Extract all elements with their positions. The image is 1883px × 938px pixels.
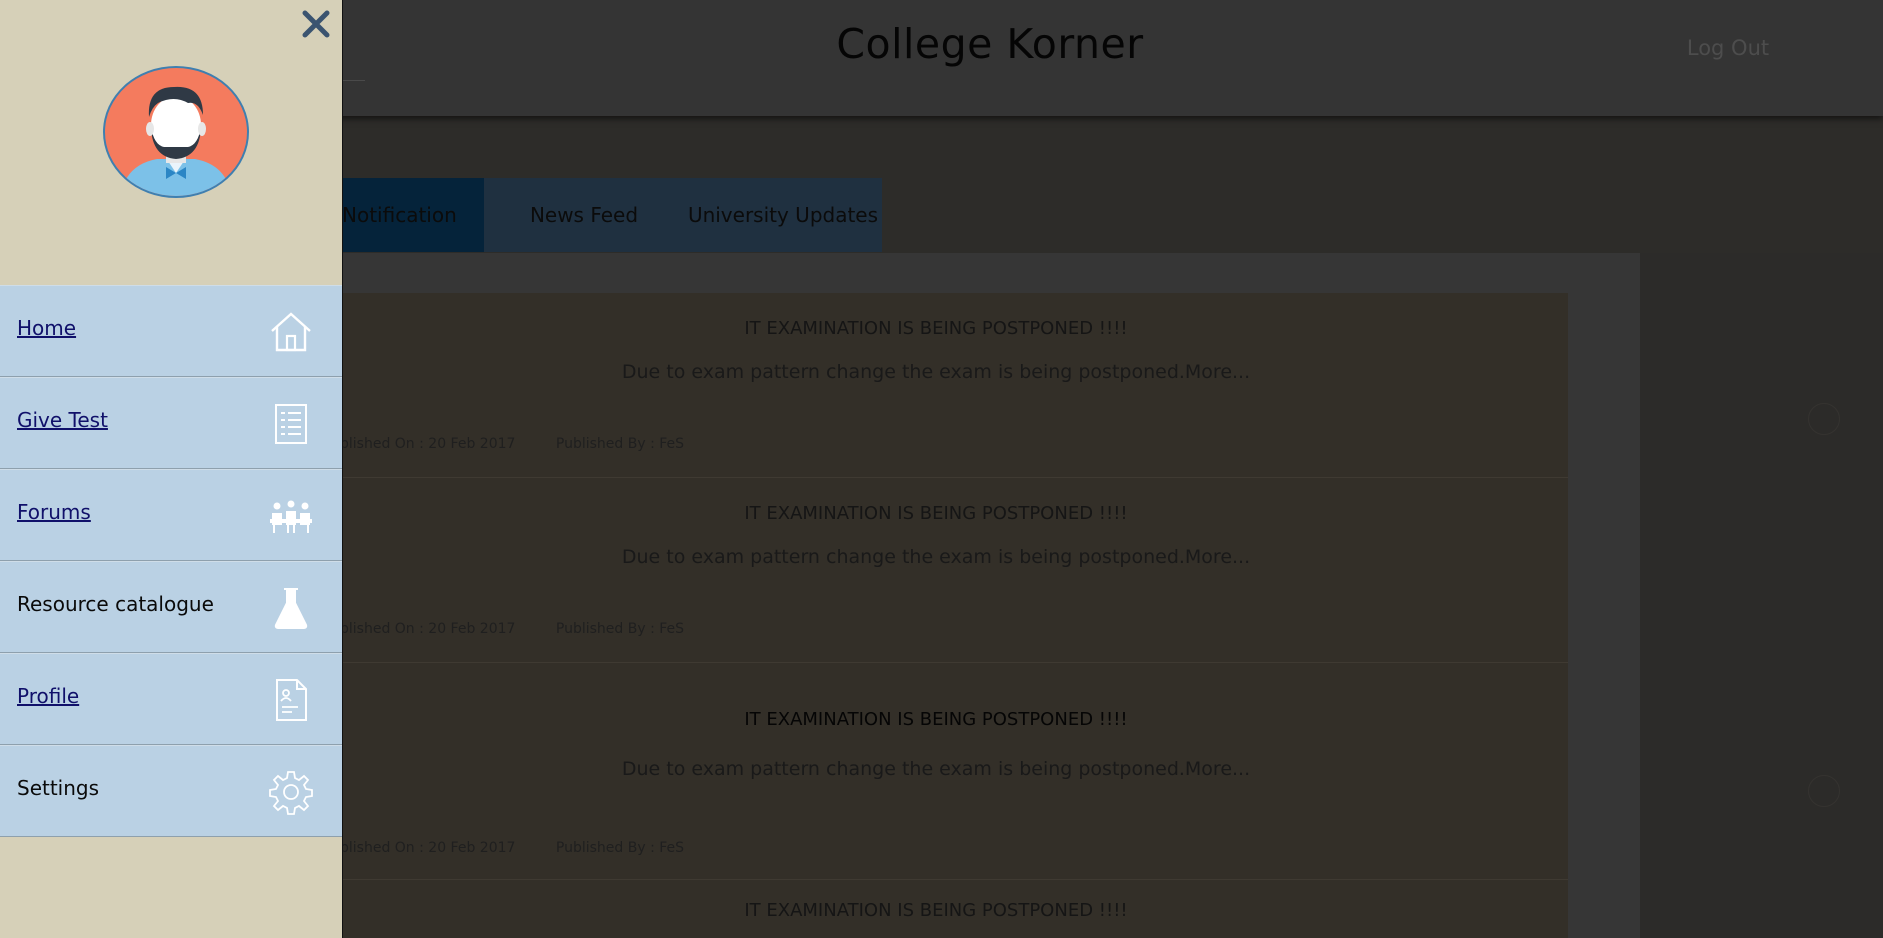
gear-icon — [269, 771, 313, 815]
tab-notification[interactable]: Notification — [342, 178, 484, 252]
menu-item-label[interactable]: Resource catalogue — [17, 592, 214, 616]
feed-item-title[interactable]: IT EXAMINATION IS BEING POSTPONED !!!! — [342, 900, 1530, 921]
feed-item-meta: blished On : 20 Feb 2017 Published By : … — [342, 621, 720, 637]
menu-item-forums[interactable]: Forums — [0, 469, 342, 561]
menu-item-label[interactable]: Home — [17, 316, 76, 340]
close-icon — [302, 10, 330, 38]
published-by: Published By : FeS — [555, 436, 685, 452]
menu-item-resource-catalogue[interactable]: Resource catalogue — [0, 561, 342, 653]
published-by: Published By : FeS — [555, 840, 685, 856]
forum-group-icon — [270, 500, 312, 533]
profile-document-icon — [276, 679, 307, 721]
menu-item-home[interactable]: Home — [0, 285, 342, 377]
feed-item-title[interactable]: IT EXAMINATION IS BEING POSTPONED !!!! — [342, 709, 1530, 730]
menu-item-label[interactable]: Forums — [17, 500, 91, 524]
menu-item-label[interactable]: Give Test — [17, 408, 108, 432]
notification-feed: IT EXAMINATION IS BEING POSTPONED !!!! D… — [342, 293, 1568, 938]
test-sheet-icon — [275, 404, 307, 444]
close-drawer-button[interactable] — [296, 2, 336, 46]
faded-circle — [1808, 775, 1840, 807]
feed-item-description[interactable]: Due to exam pattern change the exam is b… — [342, 758, 1530, 780]
published-on: blished On : 20 Feb 2017 — [342, 621, 516, 637]
published-on: blished On : 20 Feb 2017 — [342, 436, 516, 452]
menu-item-label[interactable]: Profile — [17, 684, 79, 708]
side-drawer: Home Give Test Forums Resource catalogue… — [0, 0, 343, 938]
menu-item-settings[interactable]: Settings — [0, 745, 342, 837]
feed-tabs: Notification News Feed University Update… — [342, 178, 882, 252]
drawer-menu: Home Give Test Forums Resource catalogue… — [0, 285, 342, 837]
site-title: College Korner — [836, 20, 1144, 68]
feed-item: IT EXAMINATION IS BEING POSTPONED !!!! D… — [342, 478, 1568, 663]
flask-icon — [274, 588, 308, 629]
feed-item: IT EXAMINATION IS BEING POSTPONED !!!! — [342, 880, 1568, 938]
feed-item-title[interactable]: IT EXAMINATION IS BEING POSTPONED !!!! — [342, 503, 1530, 524]
feed-item: IT EXAMINATION IS BEING POSTPONED !!!! D… — [342, 663, 1568, 880]
published-by: Published By : FeS — [555, 621, 685, 637]
feed-item: IT EXAMINATION IS BEING POSTPONED !!!! D… — [342, 293, 1568, 478]
published-on: blished On : 20 Feb 2017 — [342, 840, 516, 856]
logout-link[interactable]: Log Out — [1668, 36, 1788, 60]
home-icon — [271, 312, 311, 352]
feed-item-description[interactable]: Due to exam pattern change the exam is b… — [342, 361, 1530, 383]
tab-university-updates[interactable]: University Updates — [684, 178, 882, 252]
feed-item-title[interactable]: IT EXAMINATION IS BEING POSTPONED !!!! — [342, 318, 1530, 339]
user-avatar[interactable] — [102, 65, 250, 199]
feed-item-meta: blished On : 20 Feb 2017 Published By : … — [342, 436, 720, 452]
tab-news-feed[interactable]: News Feed — [484, 178, 684, 252]
feed-item-meta: blished On : 20 Feb 2017 Published By : … — [342, 840, 720, 856]
feed-item-description[interactable]: Due to exam pattern change the exam is b… — [342, 546, 1530, 568]
faded-circle — [1808, 403, 1840, 435]
right-column — [1640, 253, 1883, 938]
menu-item-label[interactable]: Settings — [17, 776, 99, 800]
menu-item-profile[interactable]: Profile — [0, 653, 342, 745]
menu-item-give-test[interactable]: Give Test — [0, 377, 342, 469]
